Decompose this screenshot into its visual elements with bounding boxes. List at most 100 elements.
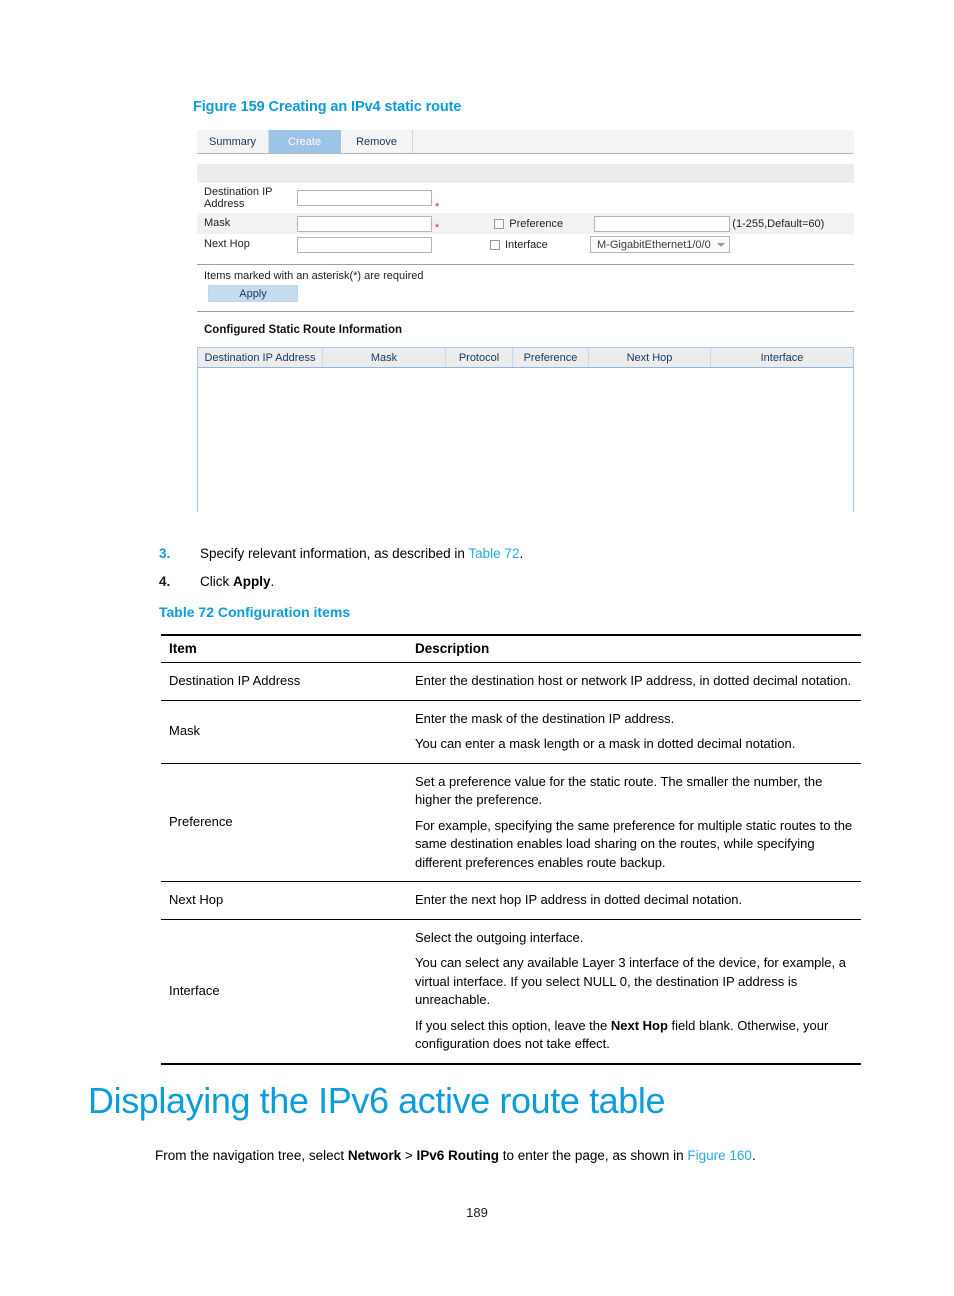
table-row: Next Hop Enter the next hop IP address i… xyxy=(161,881,861,920)
figure-screenshot: Summary Create Remove Destination IP Add… xyxy=(197,130,854,518)
apply-button[interactable]: Apply xyxy=(208,285,298,302)
row-desc-destination-ip-address: Enter the destination host or network IP… xyxy=(407,662,861,701)
column-protocol[interactable]: Protocol xyxy=(446,348,513,367)
desc-paragraph: For example, specifying the same prefere… xyxy=(415,817,853,870)
table-72-head: Item Description xyxy=(161,634,861,663)
form-row-destination-ip: Destination IP Address * xyxy=(197,183,854,214)
required-asterisk-mask: * xyxy=(435,222,440,234)
table-72-header-row: Item Description xyxy=(161,634,861,663)
row-item-preference: Preference xyxy=(161,763,407,882)
table-72-header-description: Description xyxy=(407,634,861,663)
page-number: 189 xyxy=(466,1205,488,1220)
next-hop-input[interactable] xyxy=(297,236,432,253)
configured-routes-table: Destination IP Address Mask Protocol Pre… xyxy=(197,347,854,512)
desc-paragraph: You can select any available Layer 3 int… xyxy=(415,955,846,1007)
step-3-text: Specify relevant information, as describ… xyxy=(200,544,523,563)
step-4-bold-apply: Apply xyxy=(233,574,271,589)
para-bold-ipv6-routing: IPv6 Routing xyxy=(416,1148,500,1163)
step-3-text-after: . xyxy=(519,546,524,561)
interface-checkbox[interactable] xyxy=(490,239,500,250)
desc-bold-next-hop: Next Hop xyxy=(610,1017,668,1033)
required-fields-note: Items marked with an asterisk(*) are req… xyxy=(204,270,424,282)
label-mask: Mask xyxy=(204,217,231,230)
row-desc-next-hop: Enter the next hop IP address in dotted … xyxy=(407,881,861,920)
column-next-hop[interactable]: Next Hop xyxy=(589,348,711,367)
results-divider xyxy=(197,311,854,312)
interface-checkbox-group[interactable]: Interface xyxy=(490,239,590,251)
desc-paragraph: You can enter a mask length or a mask in… xyxy=(415,736,796,751)
configuration-items-table: Item Description Destination IP Address … xyxy=(161,634,861,1065)
desc-paragraph: Enter the next hop IP address in dotted … xyxy=(415,892,743,907)
figure-caption: Figure 159 Creating an IPv4 static route xyxy=(193,99,462,115)
para-text-before: From the navigation tree, select xyxy=(155,1148,348,1163)
row-item-next-hop: Next Hop xyxy=(161,881,407,920)
form-banner xyxy=(197,164,854,183)
configured-routes-title: Configured Static Route Information xyxy=(204,324,403,336)
tab-strip: Summary Create Remove xyxy=(197,130,854,154)
table-row: Preference Set a preference value for th… xyxy=(161,763,861,882)
step-4-text-after: . xyxy=(270,574,275,589)
interface-select[interactable]: M-GigabitEthernet1/0/0 xyxy=(590,236,730,253)
step-3-link-table-72[interactable]: Table 72 xyxy=(468,546,519,561)
table-row: Destination IP Address Enter the destina… xyxy=(161,662,861,701)
preference-checkbox-group[interactable]: Preference xyxy=(494,218,594,230)
preference-input[interactable] xyxy=(594,215,731,232)
desc-paragraph: Enter the mask of the destination IP add… xyxy=(415,710,675,726)
static-route-form: Destination IP Address * Mask * Preferen… xyxy=(197,183,854,512)
desc-paragraph-with-bold: If you select this option, leave the Nex… xyxy=(415,1017,861,1054)
procedure-steps: 3. Specify relevant information, as desc… xyxy=(159,544,869,600)
mask-input[interactable] xyxy=(297,215,432,232)
column-destination-ip-address[interactable]: Destination IP Address xyxy=(198,348,323,367)
tab-strip-filler xyxy=(413,130,854,153)
column-preference[interactable]: Preference xyxy=(513,348,589,367)
table-row: Interface Select the outgoing interface.… xyxy=(161,919,861,1065)
desc-text-before: If you select this option, leave the xyxy=(415,1017,611,1033)
chevron-down-icon xyxy=(717,242,725,247)
interface-select-value: M-GigabitEthernet1/0/0 xyxy=(597,238,711,251)
column-interface[interactable]: Interface xyxy=(711,348,853,367)
row-desc-mask: Enter the mask of the destination IP add… xyxy=(407,700,861,764)
table-row: Mask Enter the mask of the destination I… xyxy=(161,700,861,764)
label-interface: Interface xyxy=(505,238,548,251)
desc-paragraph: Enter the destination host or network IP… xyxy=(415,673,852,688)
step-4-text-before: Click xyxy=(200,574,233,589)
tab-create[interactable]: Create xyxy=(269,130,342,153)
tab-remove[interactable]: Remove xyxy=(341,130,414,153)
configured-routes-body xyxy=(198,368,853,512)
desc-paragraph: Select the outgoing interface. xyxy=(415,929,584,945)
table-72-body: Destination IP Address Enter the destina… xyxy=(161,662,861,1065)
table-72-caption: Table 72 Configuration items xyxy=(159,604,351,620)
row-item-interface: Interface xyxy=(161,919,407,1065)
configured-routes-header-row: Destination IP Address Mask Protocol Pre… xyxy=(198,348,853,368)
para-text-after: to enter the page, as shown in xyxy=(499,1148,688,1163)
desc-paragraph: Set a preference value for the static ro… xyxy=(415,773,823,808)
para-separator: > xyxy=(401,1148,417,1163)
section-intro-paragraph: From the navigation tree, select Network… xyxy=(155,1146,875,1165)
preference-range-hint: (1-255,Default=60) xyxy=(732,217,825,230)
step-4-text: Click Apply. xyxy=(200,572,274,591)
step-4: 4. Click Apply. xyxy=(159,572,869,591)
label-next-hop: Next Hop xyxy=(204,238,250,251)
row-item-destination-ip-address: Destination IP Address xyxy=(161,662,407,701)
label-preference: Preference xyxy=(509,217,564,230)
form-row-next-hop: Next Hop Interface M-GigabitEthernet1/0/… xyxy=(197,234,854,255)
step-3: 3. Specify relevant information, as desc… xyxy=(159,544,869,563)
destination-ip-address-input[interactable] xyxy=(297,190,432,206)
link-figure-160[interactable]: Figure 160 xyxy=(687,1148,752,1163)
document-page: Figure 159 Creating an IPv4 static route… xyxy=(0,0,954,1296)
column-mask[interactable]: Mask xyxy=(323,348,446,367)
step-3-text-before: Specify relevant information, as describ… xyxy=(200,546,469,561)
row-item-mask: Mask xyxy=(161,700,407,764)
table-72-header-item: Item xyxy=(161,634,407,663)
page-title: Displaying the IPv6 active route table xyxy=(88,1080,666,1121)
row-desc-preference: Set a preference value for the static ro… xyxy=(407,763,861,882)
preference-checkbox[interactable] xyxy=(494,218,505,229)
form-row-mask: Mask * Preference (1-255,Default=60) xyxy=(197,213,854,234)
required-asterisk-destination: * xyxy=(435,201,440,213)
para-text-end: . xyxy=(751,1148,756,1163)
para-bold-network: Network xyxy=(347,1148,402,1163)
step-4-number: 4. xyxy=(159,574,171,589)
step-3-number: 3. xyxy=(159,546,171,561)
tab-summary[interactable]: Summary xyxy=(197,130,270,153)
row-desc-interface: Select the outgoing interface. You can s… xyxy=(407,919,861,1065)
